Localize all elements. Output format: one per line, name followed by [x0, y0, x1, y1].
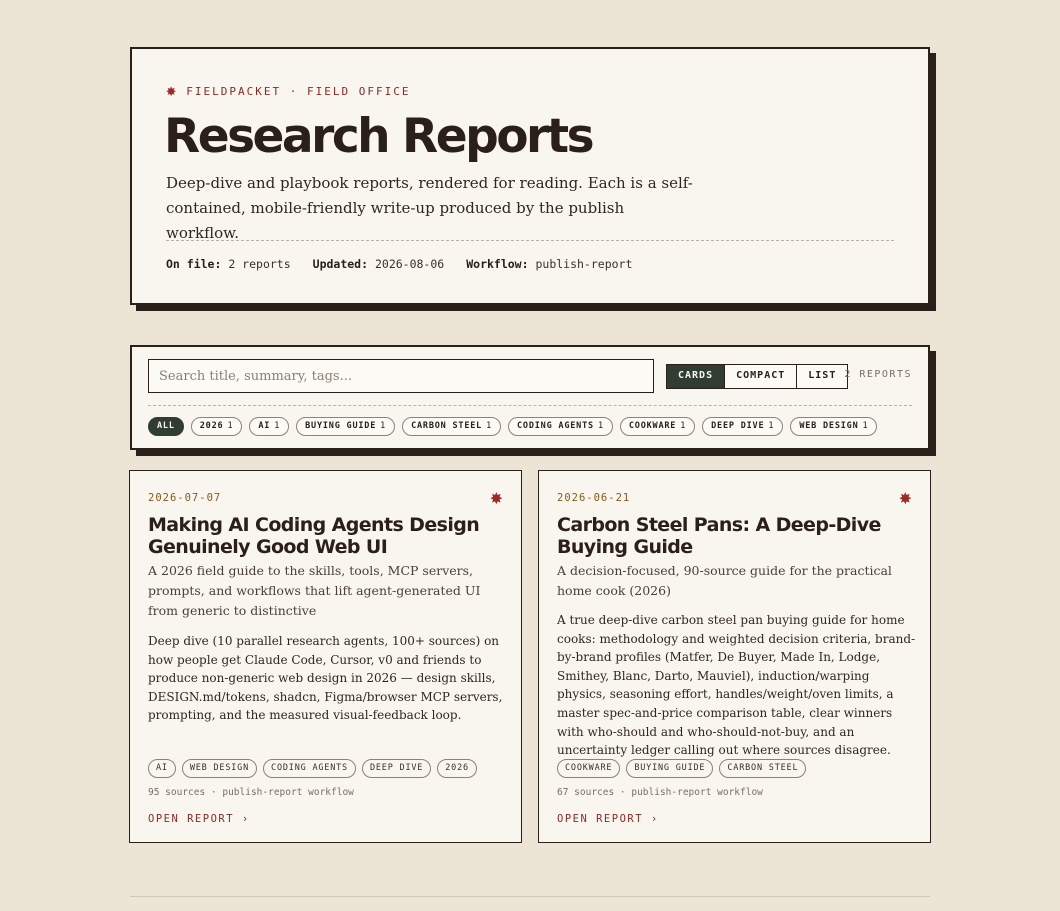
- tag[interactable]: COOKWARE: [557, 759, 621, 778]
- report-subtitle: A 2026 field guide to the skills, tools,…: [148, 563, 481, 618]
- eyebrow: ✸ FIELDPACKET · FIELD OFFICE: [166, 83, 410, 100]
- view-cards-button[interactable]: CARDS: [667, 365, 725, 388]
- report-tags: AI WEB DESIGN CODING AGENTS DEEP DIVE 20…: [148, 759, 477, 778]
- report-subtitle: A decision-focused, 90-source guide for …: [557, 563, 892, 598]
- chip-2026[interactable]: 2026 1: [190, 417, 243, 436]
- report-footer: 95 sources · publish-report workflow: [148, 787, 354, 798]
- report-card[interactable]: 2026-06-21 ✸ Carbon Steel Pans: A Deep-D…: [538, 470, 931, 843]
- chip-all[interactable]: ALL: [148, 417, 184, 436]
- report-title[interactable]: Making AI Coding Agents Design Genuinely…: [148, 514, 498, 558]
- tag[interactable]: CARBON STEEL: [719, 759, 807, 778]
- header-panel: ✸ FIELDPACKET · FIELD OFFICE Research Re…: [130, 47, 930, 305]
- report-date: 2026-07-07: [148, 492, 222, 504]
- meta-row: On file: 2 reports Updated: 2026-08-06 W…: [166, 257, 632, 271]
- report-card[interactable]: 2026-07-07 ✸ Making AI Coding Agents Des…: [129, 470, 522, 843]
- chip-deep-dive[interactable]: DEEP DIVE 1: [702, 417, 784, 436]
- view-list-button[interactable]: LIST: [796, 365, 848, 388]
- search-input[interactable]: [148, 359, 654, 393]
- open-report-link[interactable]: OPEN REPORT ›: [557, 813, 659, 825]
- tag[interactable]: CODING AGENTS: [263, 759, 356, 778]
- meta-on-file: On file: 2 reports: [166, 257, 291, 271]
- starburst-icon: ✸: [489, 489, 503, 508]
- divider: [148, 405, 912, 406]
- chip-web-design[interactable]: WEB DESIGN 1: [790, 417, 878, 436]
- view-toggle: CARDS COMPACT LIST: [666, 364, 849, 389]
- view-compact-button[interactable]: COMPACT: [724, 365, 797, 388]
- starburst-icon: ✸: [166, 81, 179, 101]
- report-description: Deep dive (10 parallel research agents, …: [148, 634, 503, 723]
- footer-divider: [130, 896, 930, 897]
- tag[interactable]: WEB DESIGN: [181, 759, 258, 778]
- open-report-link[interactable]: OPEN REPORT ›: [148, 813, 250, 825]
- report-title[interactable]: Carbon Steel Pans: A Deep-Dive Buying Gu…: [557, 514, 907, 558]
- eyebrow-text: FIELDPACKET · FIELD OFFICE: [186, 85, 411, 98]
- page-title: Research Reports: [164, 109, 595, 164]
- report-description: A true deep-dive carbon steel pan buying…: [557, 613, 916, 758]
- filter-panel: CARDS COMPACT LIST 2 REPORTS ALL 20261 A…: [130, 345, 930, 450]
- meta-updated: Updated: 2026-08-06: [312, 257, 445, 271]
- chip-buying-guide[interactable]: BUYING GUIDE 1: [296, 417, 396, 436]
- meta-workflow: Workflow: publish-report: [466, 257, 633, 271]
- report-footer: 67 sources · publish-report workflow: [557, 787, 763, 798]
- tag[interactable]: BUYING GUIDE: [626, 759, 714, 778]
- page-lede: Deep-dive and playbook reports, rendered…: [166, 174, 693, 242]
- chip-ai[interactable]: AI 1: [249, 417, 290, 436]
- tag[interactable]: DEEP DIVE: [361, 759, 432, 778]
- tag[interactable]: AI: [148, 759, 176, 778]
- divider: [166, 240, 894, 241]
- report-count: 2 REPORTS: [844, 369, 912, 380]
- starburst-icon: ✸: [898, 489, 912, 508]
- tag-filter-chips: ALL 2026 1 AI 1 BUYING GUIDE 1 CARBON STEEL…: [148, 417, 878, 436]
- tag[interactable]: 2026: [437, 759, 477, 778]
- report-date: 2026-06-21: [557, 492, 631, 504]
- report-tags: COOKWARE BUYING GUIDE CARBON STEEL: [557, 759, 807, 778]
- chip-coding-agents[interactable]: CODING AGENTS 1: [508, 417, 613, 436]
- chip-cookware[interactable]: COOKWARE 1: [619, 417, 696, 436]
- chip-carbon-steel[interactable]: CARBON STEEL 1: [402, 417, 501, 436]
